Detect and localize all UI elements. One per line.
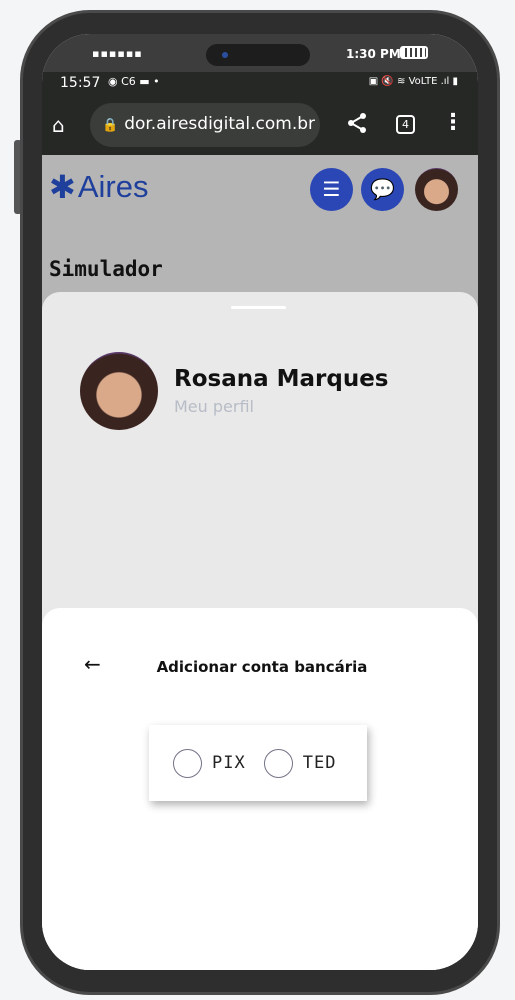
ted-radio[interactable] (263, 748, 293, 778)
transfer-type-selector: PIX TED (149, 725, 367, 801)
browser-toolbar: ⌂ 🔒 dor.airesdigital.com.br 4 ⋮ (42, 98, 478, 155)
system-icons: ▣ 🔇 ≋ VoLTE .ıl ▮ (368, 76, 458, 87)
user-avatar[interactable] (415, 168, 458, 211)
phone-screen: ▪▪▪▪▪▪ 1:30 PM 15:57 ◉ C6 ▬ • ▣ 🔇 ≋ VoLT… (42, 34, 478, 970)
pix-radio[interactable] (173, 748, 202, 778)
logo-icon: ✱ (49, 169, 76, 205)
profile-avatar (80, 352, 158, 430)
android-status-bar: 15:57 ◉ C6 ▬ • ▣ 🔇 ≋ VoLTE .ıl ▮ (42, 72, 478, 98)
lock-icon: 🔒 (102, 118, 119, 133)
camera-notch (206, 44, 310, 66)
profile-subtitle[interactable]: Meu perfil (174, 397, 254, 416)
notification-icons: ◉ C6 ▬ • (108, 75, 160, 88)
more-menu-icon[interactable]: ⋮ (442, 110, 464, 135)
signal-indicator: ▪▪▪▪▪▪ (92, 47, 143, 60)
profile-name: Rosana Marques (174, 366, 389, 392)
camera-icon (222, 52, 228, 58)
sliders-icon: ☰ (322, 177, 341, 201)
ted-label[interactable]: TED (303, 753, 337, 773)
aires-logo[interactable]: ✱ Aires (49, 168, 148, 206)
web-page: ✱ Aires ☰ 💬 Simulador Rosana Marques Meu … (42, 155, 478, 970)
battery-icon (400, 46, 428, 59)
chat-bubble-icon: 💬 (370, 177, 395, 201)
phone-frame: ▪▪▪▪▪▪ 1:30 PM 15:57 ◉ C6 ▬ • ▣ 🔇 ≋ VoLT… (20, 10, 500, 995)
filter-button[interactable]: ☰ (310, 168, 353, 211)
status-time: 15:57 (60, 75, 101, 91)
add-bank-account-dialog: ← Adicionar conta bancária PIX TED (42, 608, 478, 970)
profile-sheet: Rosana Marques Meu perfil ← Adicionar co… (42, 292, 478, 970)
share-icon[interactable] (346, 112, 368, 134)
dialog-title: Adicionar conta bancária (156, 658, 368, 676)
pix-label[interactable]: PIX (212, 753, 246, 773)
mockup-status-bar: ▪▪▪▪▪▪ 1:30 PM (42, 34, 478, 74)
address-bar[interactable]: 🔒 dor.airesdigital.com.br (90, 103, 320, 147)
url-text: dor.airesdigital.com.br (124, 114, 316, 134)
page-title: Simulador (49, 257, 163, 281)
chat-button[interactable]: 💬 (361, 168, 404, 211)
tab-switcher-button[interactable]: 4 (396, 115, 415, 134)
mockup-time: 1:30 PM (346, 47, 401, 61)
drag-handle[interactable] (231, 306, 286, 309)
home-icon[interactable]: ⌂ (52, 113, 65, 137)
